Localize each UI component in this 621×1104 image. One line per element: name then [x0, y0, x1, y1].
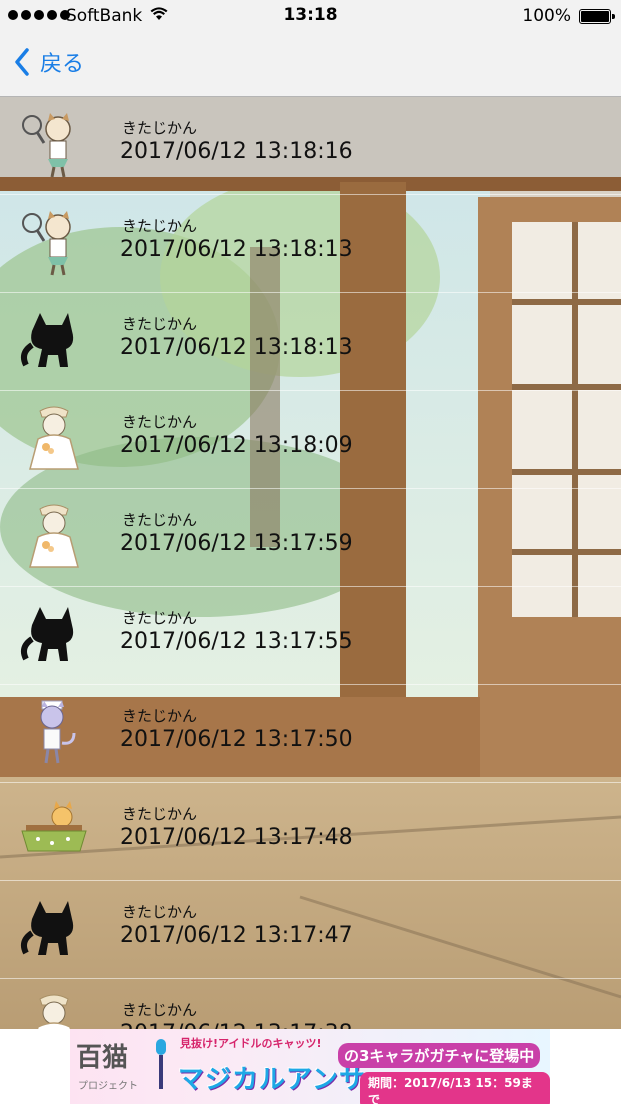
history-row[interactable]: きたじかん 2017/06/12 13:18:13: [0, 195, 621, 293]
history-row[interactable]: きたじかん 2017/06/12 13:18:09: [0, 391, 621, 489]
status-bar: SoftBank 13:18 100%: [0, 0, 621, 32]
microphone-icon: [156, 1039, 166, 1089]
history-list-view[interactable]: きたじかん 2017/06/12 13:18:16 きたじかん 2017/06/12 …: [0, 97, 621, 1029]
row-timestamp: 2017/06/12 13:17:48: [120, 825, 353, 850]
row-timestamp: 2017/06/12 13:17:47: [120, 923, 353, 948]
bride-cat-icon: [18, 403, 90, 475]
row-name: きたじかん: [122, 315, 198, 333]
row-timestamp: 2017/06/12 13:17:59: [120, 531, 353, 556]
ad-logo-subtitle: プロジェクト: [78, 1081, 138, 1092]
history-row[interactable]: きたじかん 2017/06/12 13:17:55: [0, 587, 621, 685]
bride-cat-icon: [18, 501, 90, 573]
ad-period: 期間：2017/6/13 15：59まで: [360, 1072, 550, 1104]
tennis-cat-icon: [18, 109, 90, 181]
chevron-left-icon: [15, 48, 29, 76]
ad-logo: 百猫: [76, 1043, 129, 1073]
ad-banner[interactable]: 百猫 プロジェクト 見抜け!アイドルのキャッツ! マジカルアンサー の3キャラが…: [0, 1029, 621, 1104]
history-row[interactable]: きたじかん 2017/06/12 13:17:38: [0, 979, 621, 1029]
battery-percent: 100%: [522, 6, 571, 26]
nurse-cat-icon: [18, 697, 90, 769]
back-button-label: 戻る: [40, 52, 85, 77]
row-name: きたじかん: [122, 413, 198, 431]
row-name: きたじかん: [122, 707, 198, 725]
row-timestamp: 2017/06/12 13:17:38: [120, 1021, 353, 1029]
history-row[interactable]: きたじかん 2017/06/12 13:17:48: [0, 783, 621, 881]
ad-caption: 見抜け!アイドルのキャッツ!: [180, 1037, 322, 1050]
tennis-cat-icon: [18, 207, 90, 279]
row-name: きたじかん: [122, 1001, 198, 1019]
back-button[interactable]: 戻る: [14, 46, 84, 78]
row-name: きたじかん: [122, 903, 198, 921]
history-row[interactable]: きたじかん 2017/06/12 13:17:59: [0, 489, 621, 587]
row-name: きたじかん: [122, 119, 198, 137]
row-timestamp: 2017/06/12 13:18:13: [120, 237, 353, 262]
navigation-bar: 戻る: [0, 32, 621, 97]
row-name: きたじかん: [122, 805, 198, 823]
row-timestamp: 2017/06/12 13:17:50: [120, 727, 353, 752]
row-timestamp: 2017/06/12 13:18:16: [120, 139, 353, 164]
battery-icon: [579, 9, 615, 24]
ad-creative[interactable]: 百猫 プロジェクト 見抜け!アイドルのキャッツ! マジカルアンサー の3キャラが…: [70, 1029, 550, 1104]
cat-silhouette-icon: [18, 305, 90, 377]
history-row[interactable]: きたじかん 2017/06/12 13:17:50: [0, 685, 621, 783]
history-row[interactable]: きたじかん 2017/06/12 13:18:13: [0, 293, 621, 391]
row-timestamp: 2017/06/12 13:18:09: [120, 433, 353, 458]
bride-cat-icon: [18, 991, 90, 1029]
row-timestamp: 2017/06/12 13:17:55: [120, 629, 353, 654]
kotatsu-cat-icon: [18, 795, 90, 867]
cat-silhouette-icon: [18, 893, 90, 965]
history-row[interactable]: きたじかん 2017/06/12 13:17:47: [0, 881, 621, 979]
row-name: きたじかん: [122, 511, 198, 529]
history-list: きたじかん 2017/06/12 13:18:16 きたじかん 2017/06/12 …: [0, 97, 621, 1029]
cat-silhouette-icon: [18, 599, 90, 671]
history-row[interactable]: きたじかん 2017/06/12 13:18:16: [0, 97, 621, 195]
row-name: きたじかん: [122, 609, 198, 627]
row-name: きたじかん: [122, 217, 198, 235]
ad-headline: の3キャラがガチャに登場中: [338, 1043, 541, 1068]
row-timestamp: 2017/06/12 13:18:13: [120, 335, 353, 360]
